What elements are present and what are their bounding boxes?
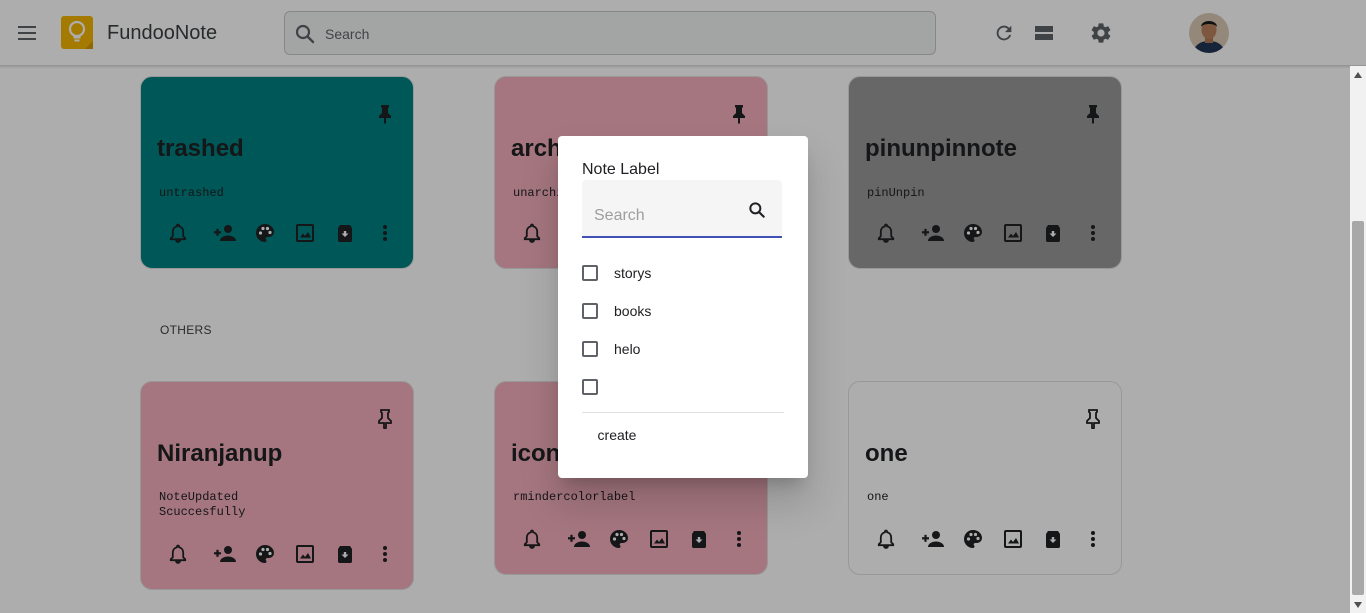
scroll-thumb[interactable] (1352, 221, 1364, 595)
search-icon[interactable] (747, 200, 767, 225)
label-name: storys (614, 265, 652, 281)
scroll-up-icon[interactable] (1350, 66, 1366, 83)
label-search-field[interactable] (582, 180, 782, 238)
label-option[interactable] (582, 375, 614, 399)
label-name: helo (614, 341, 641, 357)
label-search-input[interactable] (594, 204, 744, 228)
create-label-button[interactable]: create (582, 419, 652, 451)
scroll-down-icon[interactable] (1350, 596, 1366, 613)
label-option[interactable]: books (582, 299, 651, 323)
dialog-title: Note Label (582, 161, 660, 178)
scrollbar[interactable] (1350, 66, 1366, 613)
label-name: books (614, 303, 652, 319)
label-checkbox[interactable] (582, 265, 598, 281)
label-checkbox[interactable] (582, 379, 598, 395)
dialog-divider (582, 412, 784, 413)
note-label-dialog: Note Label storys books helo create (558, 136, 808, 478)
label-checkbox[interactable] (582, 303, 598, 319)
label-option[interactable]: helo (582, 337, 640, 361)
label-option[interactable]: storys (582, 261, 651, 285)
label-checkbox[interactable] (582, 341, 598, 357)
